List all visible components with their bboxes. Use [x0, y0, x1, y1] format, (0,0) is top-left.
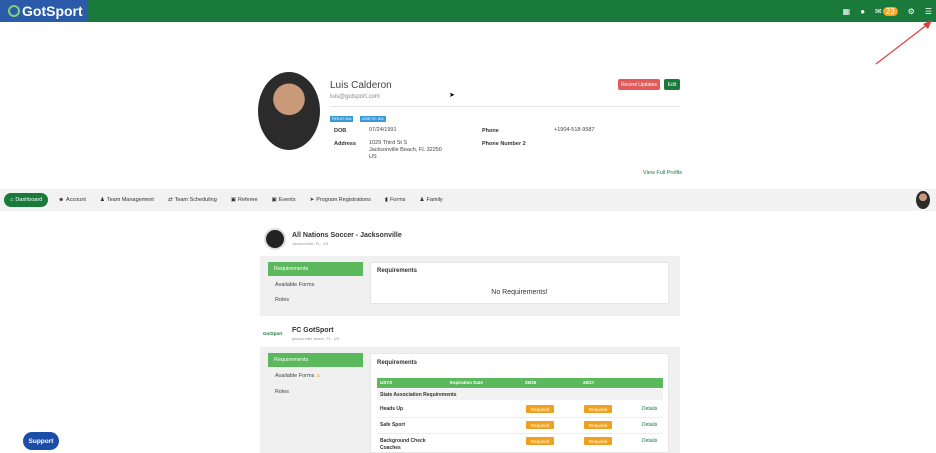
org-logo: GotSport: [263, 331, 283, 336]
edit-button[interactable]: Edit: [664, 79, 680, 90]
required-badge[interactable]: Required: [526, 405, 554, 413]
row-name: Safe Sport: [380, 422, 406, 428]
row-name: Heads Up: [380, 406, 404, 412]
sidebar-item-requirements[interactable]: Requirements: [268, 262, 363, 276]
nav-label: Family: [426, 197, 443, 203]
dob-value: 07/24/1991: [369, 127, 397, 133]
divider: [330, 106, 680, 107]
nav-label: Referee: [237, 197, 258, 203]
ussf-id-tag: USSF ID: N/A: [360, 116, 386, 122]
nav-team-scheduling[interactable]: ⇄ Team Scheduling: [164, 194, 221, 206]
sidebar-item-requirements[interactable]: Requirements: [268, 353, 363, 367]
required-badge[interactable]: Required: [584, 405, 612, 413]
details-link[interactable]: Details: [642, 438, 657, 444]
mouse-cursor-icon: ➤: [449, 92, 455, 99]
nav-family[interactable]: ♟ Family: [416, 194, 447, 206]
avatar[interactable]: [916, 191, 930, 209]
account-icon: ☻: [58, 197, 65, 203]
org-name: FC GotSport: [292, 327, 334, 334]
calendar-icon: ▣: [230, 197, 236, 203]
sidebar-item-label: Available Forms: [275, 373, 315, 379]
col-2627: 26/27: [583, 380, 595, 385]
menu-icon[interactable]: ☰: [925, 7, 932, 16]
gear-icon[interactable]: ⚙: [908, 7, 915, 16]
user-icon[interactable]: ●: [860, 7, 865, 16]
dob-label: DOB: [334, 128, 347, 134]
org-name: All Nations Soccer - Jacksonville: [292, 232, 402, 239]
phone-label: Phone: [482, 128, 499, 134]
section-row: State Association Requirements: [377, 389, 663, 400]
col-usys: USYS: [380, 380, 393, 385]
org-logo: [264, 228, 286, 250]
details-link[interactable]: Details: [642, 422, 657, 428]
main-nav: ⌂ Dashboard ☻ Account ♟ Team Management ⇄ Te…: [0, 189, 936, 211]
fifa-id-tag: FIFA ID: N/A: [330, 116, 354, 122]
swap-icon: ⇄: [167, 197, 173, 203]
profile-email: luis@gotsport.com: [330, 94, 380, 100]
home-icon: ⌂: [10, 197, 14, 203]
nav-label: Program Registrations: [316, 197, 371, 203]
profile-section: Luis Calderon luis@gotsport.com Recent U…: [258, 72, 683, 182]
card-title: Requirements: [377, 360, 418, 366]
nav-label: Team Management: [106, 197, 154, 203]
top-bar: GotSport ▦ ● ✉ 23 ⚙ ☰: [0, 0, 936, 22]
nav-events[interactable]: ▣ Events: [268, 194, 300, 206]
col-expiration: Expiration Date: [450, 380, 484, 385]
sidebar-item-roles[interactable]: Roles: [275, 297, 289, 303]
nav-label: Forms: [389, 197, 406, 203]
annotation-arrow: [875, 20, 932, 65]
gotsport-logo[interactable]: GotSport: [0, 0, 88, 22]
nav-label: Events: [278, 197, 296, 203]
events-icon: ▣: [271, 197, 277, 203]
phone2-label: Phone Number 2: [482, 141, 526, 147]
profile-name: Luis Calderon: [330, 80, 392, 91]
nav-label: Team Scheduling: [174, 197, 217, 203]
recent-updates-button[interactable]: Recent Updates: [618, 79, 660, 90]
table-row: Background Check Coaches Required Requir…: [377, 434, 663, 451]
address-label: Address: [334, 141, 357, 147]
mail-icon[interactable]: ✉ 23: [875, 6, 898, 16]
team-icon: ♟: [99, 197, 105, 203]
logo-text: GotSport: [22, 3, 83, 19]
sidebar-item-roles[interactable]: Roles: [275, 389, 289, 395]
nav-label: Dashboard: [15, 197, 43, 203]
required-badge[interactable]: Required: [526, 437, 554, 445]
table-header: USYS Expiration Date 25/26 26/27: [377, 378, 663, 388]
nav-forms[interactable]: ▮ Forms: [381, 194, 410, 206]
org-location: Jacksonville, FL, US: [292, 241, 329, 246]
warning-icon: ⚠: [315, 373, 321, 379]
send-icon: ➤: [309, 197, 315, 203]
details-link[interactable]: Details: [642, 406, 657, 412]
table-row: Safe Sport Required Required Details: [377, 418, 663, 434]
nav-dashboard[interactable]: ⌂ Dashboard: [4, 193, 49, 207]
support-button[interactable]: Support: [23, 432, 59, 450]
phone-value: +1904-518-9587: [554, 127, 595, 133]
required-badge[interactable]: Required: [526, 421, 554, 429]
nav-program-registrations[interactable]: ➤ Program Registrations: [306, 194, 375, 206]
org-location: jacksonville beach, FL, US: [292, 336, 340, 341]
nav-account[interactable]: ☻ Account: [54, 194, 90, 206]
grid-icon[interactable]: ▦: [843, 7, 851, 16]
file-icon: ▮: [384, 197, 388, 203]
nav-referee[interactable]: ▣ Referee: [227, 194, 262, 206]
sidebar-item-available-forms[interactable]: Available Forms: [275, 282, 314, 288]
required-badge[interactable]: Required: [584, 421, 612, 429]
mail-count-badge: 23: [882, 6, 898, 16]
nav-team-management[interactable]: ♟ Team Management: [96, 194, 158, 206]
sidebar-item-available-forms[interactable]: Available Forms ⚠: [275, 373, 320, 379]
address-line1: 1029 Third St S: [369, 140, 408, 146]
required-badge[interactable]: Required: [584, 437, 612, 445]
view-full-profile-link[interactable]: View Full Profile: [643, 170, 682, 176]
profile-photo: [258, 72, 320, 150]
family-icon: ♟: [419, 197, 425, 203]
no-requirements-text: No Requirements!: [491, 289, 548, 296]
col-2526: 25/26: [525, 380, 537, 385]
address-line2: Jacksonville Beach, FL 32250: [369, 147, 442, 153]
row-name: Background Check Coaches: [380, 438, 426, 451]
nav-label: Account: [66, 197, 86, 203]
table-row: Heads Up Required Required Details: [377, 402, 663, 418]
address-line3: US: [369, 154, 377, 160]
logo-mark-icon: [8, 5, 20, 17]
card-title: Requirements: [377, 268, 418, 274]
